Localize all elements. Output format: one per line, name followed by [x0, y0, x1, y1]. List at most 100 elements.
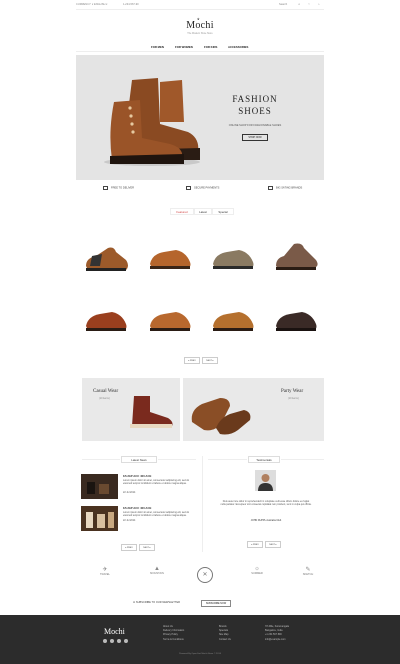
site-tagline: The Modern Shoe Store — [187, 32, 213, 35]
nav-divider — [76, 51, 324, 52]
testimonials-divider-right — [281, 459, 324, 460]
feature-label: SECURE PAYMENTS — [194, 186, 220, 190]
footer — [0, 615, 400, 664]
promo-title: Casual Wear — [93, 389, 119, 394]
news-headline[interactable]: FAUGP ACC 400 ACE — [123, 506, 151, 510]
product-image[interactable] — [146, 240, 194, 276]
newsletter-text: SUBSCRIBE TO OUR NEWSLETTER — [135, 601, 181, 604]
rss-icon[interactable] — [117, 639, 121, 643]
lock-icon — [186, 186, 191, 190]
promo-subtitle: (10 items) — [99, 397, 110, 400]
nav-item-accessories[interactable]: ACCESSORIES — [228, 45, 248, 49]
language-select[interactable]: ENGLISH ▾ — [94, 3, 107, 6]
testimonial-avatar — [255, 470, 276, 491]
top-bar: CURRENCY: ▾ ENGLISH ▾ 1-234-567-90 Searc… — [76, 2, 324, 8]
tag-icon — [268, 186, 273, 190]
user-icon[interactable]: ♙ — [298, 3, 300, 6]
testimonial-prev-button[interactable]: ◂ PREV — [247, 541, 263, 548]
facebook-icon[interactable] — [103, 639, 107, 643]
hero-title-line1: FASHION — [232, 94, 278, 104]
tab-featured[interactable]: Featured — [170, 208, 194, 215]
product-image[interactable] — [82, 302, 130, 338]
feature-payments: SECURE PAYMENTS — [186, 186, 219, 194]
footer-column-info: About Us Delivery Information Privacy Po… — [163, 625, 184, 642]
news-thumbnail[interactable] — [81, 474, 118, 499]
news-divider-right — [158, 459, 196, 460]
brand-logo-mountain[interactable]: ▲ MOUNTAIN — [140, 566, 174, 575]
nav-item-men[interactable]: FOR MEN — [151, 45, 164, 49]
top-divider — [76, 9, 324, 10]
product-image[interactable] — [82, 240, 130, 276]
news-excerpt: Lorem ipsum dolor sit amet, consectetur … — [123, 479, 190, 486]
products-next-button[interactable]: NEXT ▸ — [202, 357, 218, 364]
section-vertical-divider — [202, 456, 203, 552]
brand-name: MOUNTAIN — [150, 572, 164, 575]
twitter-icon[interactable] — [110, 639, 114, 643]
promo-title: Party Wear — [281, 389, 304, 394]
news-next-button[interactable]: NEXT ▸ — [139, 544, 155, 551]
hero-boot-image — [104, 78, 200, 166]
footer-column-extras: Brands Specials Site Map Contact Us — [219, 625, 231, 642]
crown-icon: ♛ — [197, 17, 200, 21]
latest-news-title: Latest News — [121, 456, 157, 463]
tab-latest[interactable]: Latest — [194, 208, 212, 215]
testimonial-text: Duis aute irure dolor in reprehenderit i… — [220, 500, 312, 507]
footer-logo[interactable]: Mochi — [104, 627, 125, 636]
testimonial-author: JOHN DUPPL Australia Club — [250, 519, 282, 522]
news-prev-button[interactable]: ◂ PREV — [121, 544, 137, 551]
brand-logo-travel[interactable]: ✈ TRAVEL — [88, 566, 122, 576]
search-input[interactable]: Search — [279, 3, 287, 6]
feature-label: BIG SATING BRANDS — [276, 186, 303, 190]
footer-link[interactable]: Terms & Conditions — [163, 638, 184, 642]
hero-subtitle: ONLINE SHOP FOR FASHIONABLE SHOES — [228, 124, 282, 127]
products-prev-button[interactable]: ◂ PREV — [184, 357, 200, 364]
truck-icon — [103, 186, 108, 190]
product-image[interactable] — [209, 240, 257, 276]
feature-delivery: FREE TO DELIVER — [103, 186, 134, 194]
nav-item-kids[interactable]: FOR KIDS — [204, 45, 217, 49]
product-tabs: Featured Latest Special — [170, 208, 234, 216]
brand-logo-badge[interactable]: ✕ — [197, 567, 213, 583]
testimonials-divider-left — [208, 459, 247, 460]
shop-now-button[interactable]: SHOP NOW — [242, 134, 268, 141]
feature-brands: BIG SATING BRANDS — [268, 186, 302, 194]
footer-copyright: Powered By OpenCart Mochi Store © 2014 — [179, 653, 221, 655]
nav-item-women[interactable]: FOR WOMEN — [175, 45, 193, 49]
promo-subtitle: (10 items) — [288, 397, 299, 400]
news-date: 22 Jul 2014 — [123, 519, 136, 522]
feature-label: FREE TO DELIVER — [111, 186, 134, 190]
wishlist-icon[interactable]: ♡ — [308, 3, 310, 6]
hero-title-line2: SHOES — [238, 106, 272, 116]
site-logo[interactable]: ♛ Mochi — [0, 17, 400, 31]
brand-logo-sketch[interactable]: ✎ SKETCH — [291, 566, 325, 576]
newsletter-label: ✉ SUBSCRIBE TO OUR NEWSLETTER — [133, 601, 180, 604]
hero-title: FASHION SHOES — [220, 93, 290, 117]
cart-icon[interactable]: ⌂ — [318, 3, 320, 6]
logo-text: Mochi — [186, 20, 214, 31]
promo-boot-image — [130, 396, 173, 428]
phone-number: 1-234-567-90 — [123, 3, 139, 6]
news-divider-left — [82, 459, 120, 460]
footer-email[interactable]: info@example.com — [265, 638, 289, 642]
footer-link[interactable]: Contact Us — [219, 638, 231, 642]
brand-name: SKETCH — [302, 573, 314, 576]
promo-shoes-image — [191, 398, 251, 435]
product-image[interactable] — [209, 302, 257, 338]
footer-column-contact: 7th Mile, Koramangala Bangalore, India +… — [265, 625, 289, 642]
globe-icon: ✈ — [102, 567, 108, 573]
product-image[interactable] — [272, 302, 320, 338]
tab-special[interactable]: Special — [212, 208, 234, 215]
news-excerpt: Lorem ipsum dolor sit amet, consectetur … — [123, 511, 190, 518]
brand-logo-summer[interactable]: ☼ SUMMER — [240, 566, 274, 575]
news-thumbnail[interactable] — [81, 506, 118, 531]
news-headline[interactable]: FAUGP ACC 400 ACE — [123, 474, 151, 478]
testimonial-next-button[interactable]: NEXT ▸ — [265, 541, 281, 548]
brand-name: TRAVEL — [100, 573, 110, 576]
pencil-icon: ✎ — [305, 567, 311, 573]
youtube-icon[interactable] — [124, 639, 128, 643]
product-image[interactable] — [272, 238, 320, 274]
testimonials-title: Testimonials — [248, 456, 280, 463]
currency-select[interactable]: CURRENCY: ▾ — [76, 3, 93, 6]
subscribe-button[interactable]: SUBSCRIBE NOW — [201, 600, 231, 607]
product-image[interactable] — [146, 302, 194, 338]
